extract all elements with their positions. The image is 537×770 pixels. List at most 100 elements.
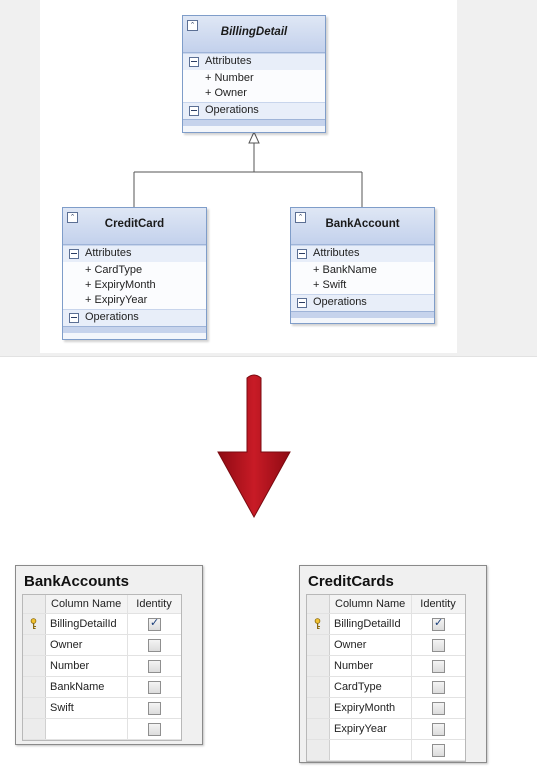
row-selector[interactable] bbox=[307, 635, 330, 655]
column-name[interactable]: BankName bbox=[45, 677, 128, 697]
identity-cell bbox=[412, 719, 464, 739]
identity-checkbox[interactable] bbox=[432, 639, 445, 652]
table-row-new[interactable] bbox=[23, 719, 181, 740]
column-name[interactable]: Swift bbox=[45, 698, 128, 718]
operations-section-header[interactable]: Operations bbox=[63, 309, 206, 326]
table-row[interactable]: BillingDetailId bbox=[307, 614, 465, 635]
class-name: CreditCard bbox=[104, 218, 165, 230]
column-name[interactable]: ExpiryYear bbox=[329, 719, 412, 739]
column-name[interactable] bbox=[45, 719, 128, 739]
attribute-list: + Number + Owner bbox=[183, 70, 325, 102]
attributes-section-header[interactable]: Attributes bbox=[63, 245, 206, 262]
class-billing-detail[interactable]: ⌃ BillingDetail Attributes + Number + Ow… bbox=[182, 15, 326, 133]
identity-checkbox[interactable] bbox=[432, 660, 445, 673]
row-selector[interactable] bbox=[307, 656, 330, 676]
column-name[interactable]: CardType bbox=[329, 677, 412, 697]
table-row[interactable]: Owner bbox=[307, 635, 465, 656]
row-selector[interactable] bbox=[23, 719, 46, 739]
column-grid: Column Name Identity BillingDetailId Own… bbox=[22, 594, 182, 741]
table-bank-accounts[interactable]: BankAccounts Column Name Identity Billin… bbox=[15, 565, 203, 745]
attribute-item: + BankName bbox=[313, 264, 377, 276]
minus-icon[interactable] bbox=[297, 249, 307, 259]
identity-cell bbox=[412, 656, 464, 676]
identity-checkbox[interactable] bbox=[432, 681, 445, 694]
generalization-triangle bbox=[248, 130, 260, 144]
table-row[interactable]: BankName bbox=[23, 677, 181, 698]
class-credit-card[interactable]: ⌃ CreditCard Attributes + CardType + Exp… bbox=[62, 207, 207, 340]
table-row[interactable]: BillingDetailId bbox=[23, 614, 181, 635]
table-row[interactable]: ExpiryYear bbox=[307, 719, 465, 740]
row-selector[interactable] bbox=[307, 677, 330, 697]
table-credit-cards[interactable]: CreditCards Column Name Identity Billing… bbox=[299, 565, 487, 763]
class-header: ⌃ BillingDetail bbox=[183, 16, 325, 53]
identity-cell bbox=[128, 635, 180, 655]
column-name[interactable]: ExpiryMonth bbox=[329, 698, 412, 718]
row-selector[interactable] bbox=[23, 698, 46, 718]
inheritance-connector bbox=[133, 143, 363, 207]
identity-cell bbox=[412, 698, 464, 718]
column-name[interactable] bbox=[329, 740, 412, 760]
identity-cell bbox=[412, 635, 464, 655]
identity-checkbox[interactable] bbox=[432, 616, 445, 631]
primary-key-icon bbox=[30, 618, 37, 629]
table-row[interactable]: Number bbox=[23, 656, 181, 677]
row-selector[interactable] bbox=[307, 698, 330, 718]
identity-cell bbox=[128, 656, 180, 676]
identity-checkbox[interactable] bbox=[432, 744, 445, 757]
identity-checkbox[interactable] bbox=[432, 723, 445, 736]
table-row[interactable]: CardType bbox=[307, 677, 465, 698]
attribute-item: + Owner bbox=[205, 87, 247, 99]
row-selector[interactable] bbox=[23, 677, 46, 697]
minus-icon[interactable] bbox=[69, 313, 79, 323]
identity-checkbox[interactable] bbox=[148, 616, 161, 631]
class-name: BankAccount bbox=[325, 218, 400, 230]
class-footer bbox=[291, 311, 434, 318]
grid-header-row: Column Name Identity bbox=[23, 595, 181, 614]
identity-checkbox[interactable] bbox=[148, 681, 161, 694]
attribute-item: + ExpiryMonth bbox=[85, 279, 156, 291]
table-row[interactable]: Owner bbox=[23, 635, 181, 656]
class-name: BillingDetail bbox=[220, 26, 288, 38]
row-selector[interactable] bbox=[307, 740, 330, 760]
minus-icon[interactable] bbox=[189, 106, 199, 116]
identity-checkbox[interactable] bbox=[148, 723, 161, 736]
row-selector[interactable] bbox=[307, 719, 330, 739]
row-selector bbox=[23, 595, 46, 613]
primary-key-icon bbox=[314, 618, 321, 629]
identity-cell bbox=[128, 719, 180, 739]
column-name[interactable]: Number bbox=[329, 656, 412, 676]
operations-section-header[interactable]: Operations bbox=[183, 102, 325, 119]
identity-checkbox[interactable] bbox=[432, 702, 445, 715]
table-row[interactable]: Number bbox=[307, 656, 465, 677]
identity-cell bbox=[412, 614, 464, 634]
row-selector[interactable] bbox=[23, 614, 46, 634]
identity-checkbox[interactable] bbox=[148, 702, 161, 715]
identity-cell bbox=[412, 677, 464, 697]
column-name[interactable]: Owner bbox=[45, 635, 128, 655]
operations-section-header[interactable]: Operations bbox=[291, 294, 434, 311]
column-name[interactable]: Number bbox=[45, 656, 128, 676]
identity-checkbox[interactable] bbox=[148, 660, 161, 673]
identity-cell bbox=[128, 614, 180, 634]
attributes-section-header[interactable]: Attributes bbox=[291, 245, 434, 262]
column-name[interactable]: Owner bbox=[329, 635, 412, 655]
identity-checkbox[interactable] bbox=[148, 639, 161, 652]
row-selector[interactable] bbox=[23, 656, 46, 676]
table-row[interactable]: Swift bbox=[23, 698, 181, 719]
table-title: BankAccounts bbox=[24, 573, 130, 590]
table-row-new[interactable] bbox=[307, 740, 465, 761]
column-name[interactable]: BillingDetailId bbox=[45, 614, 128, 634]
column-name[interactable]: BillingDetailId bbox=[329, 614, 412, 634]
identity-cell bbox=[412, 740, 464, 760]
class-bank-account[interactable]: ⌃ BankAccount Attributes + BankName + Sw… bbox=[290, 207, 435, 324]
row-selector[interactable] bbox=[23, 635, 46, 655]
column-grid: Column Name Identity BillingDetailId Own… bbox=[306, 594, 466, 762]
row-selector[interactable] bbox=[307, 614, 330, 634]
minus-icon[interactable] bbox=[297, 298, 307, 308]
minus-icon[interactable] bbox=[69, 249, 79, 259]
row-selector bbox=[307, 595, 330, 613]
table-row[interactable]: ExpiryMonth bbox=[307, 698, 465, 719]
attributes-section-header[interactable]: Attributes bbox=[183, 53, 325, 70]
identity-header: Identity bbox=[136, 598, 172, 610]
minus-icon[interactable] bbox=[189, 57, 199, 67]
